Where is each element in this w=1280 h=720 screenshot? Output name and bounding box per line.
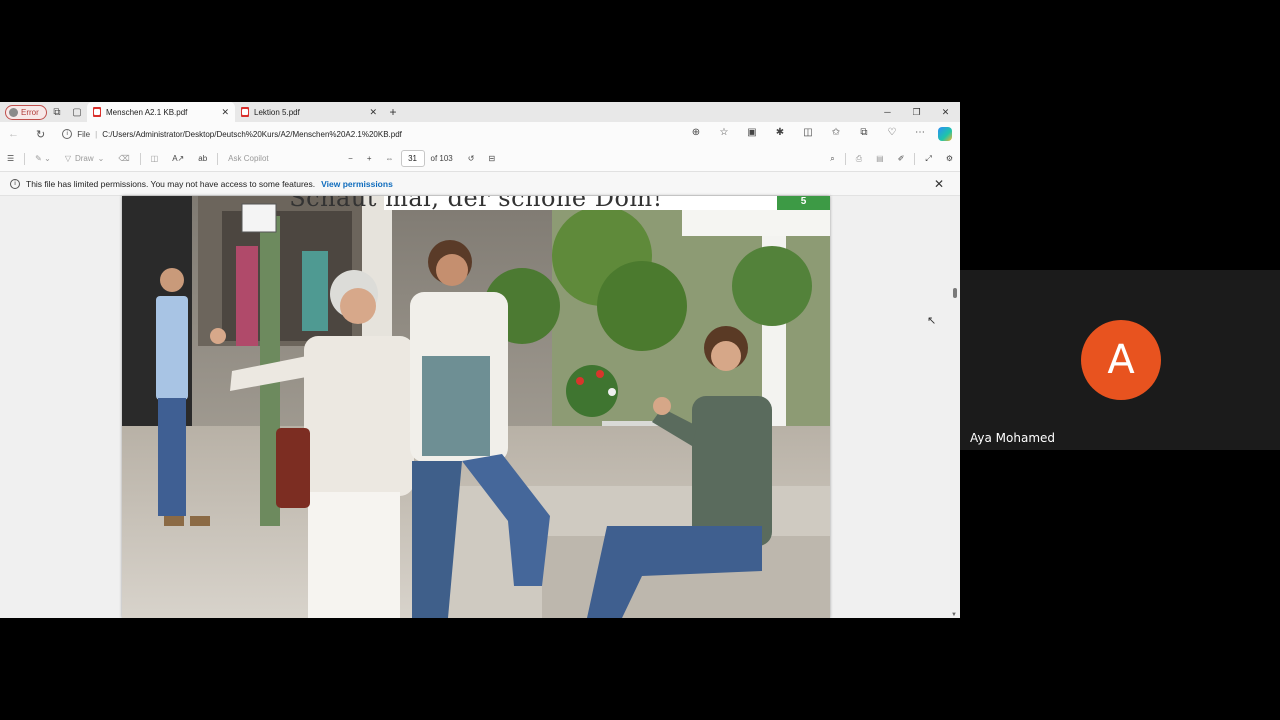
view-permissions-link[interactable]: View permissions <box>321 179 393 189</box>
scroll-down-icon[interactable]: ▼ <box>951 612 957 618</box>
pdf-viewer[interactable]: Schaut mal, der schöne Dom! 5 ▼ ↖ <box>0 196 960 618</box>
tab-menschen[interactable]: Menschen A2.1 KB.pdf ✕ <box>87 102 235 122</box>
print-icon[interactable]: ⎙ <box>849 154 869 164</box>
shared-screen: Error ⧉ ▢ Menschen A2.1 KB.pdf ✕ Lektion… <box>0 102 960 618</box>
info-icon: i <box>10 178 20 189</box>
ask-copilot-button[interactable]: Ask Copilot <box>221 154 341 163</box>
minimize-button[interactable]: ─ <box>873 107 902 118</box>
draw-label: Draw <box>74 154 94 163</box>
close-icon[interactable]: ✕ <box>934 177 944 191</box>
fullscreen-icon[interactable]: ⤢ <box>918 154 938 164</box>
read-aloud-icon[interactable]: A↗ <box>165 154 191 163</box>
permissions-bar: i This file has limited permissions. You… <box>0 172 960 196</box>
erase-icon[interactable]: ⌫ <box>111 154 136 163</box>
zoom-icon[interactable]: ⊕ <box>682 127 710 141</box>
page-heading: Schaut mal, der schöne Dom! <box>289 196 663 212</box>
more-menu-icon[interactable]: ⋯ <box>906 127 934 141</box>
tab-lektion[interactable]: Lektion 5.pdf ✕ <box>235 102 383 122</box>
url-text: C:/Users/Administrator/Desktop/Deutsch%2… <box>102 129 402 139</box>
split-screen-icon[interactable]: ◫ <box>794 127 822 141</box>
two-page-icon[interactable]: ⊟ <box>481 154 502 163</box>
pdf-toolbar: ☰ ✎ ⌄ ▽ Draw ⌄ ⌫ ◫ A↗ ab Ask Copilot − + … <box>0 146 960 172</box>
save-as-icon[interactable]: ✐ <box>891 154 912 163</box>
tab-label: Lektion 5.pdf <box>254 107 300 117</box>
favorites-icon[interactable]: ✩ <box>822 127 850 141</box>
collections-icon[interactable]: ⧉ <box>850 127 878 141</box>
workspaces-icon[interactable]: ⧉ <box>47 102 67 122</box>
tab-strip: Error ⧉ ▢ Menschen A2.1 KB.pdf ✕ Lektion… <box>0 102 960 122</box>
site-info-icon[interactable]: i <box>62 129 73 139</box>
close-window-button[interactable]: ✕ <box>931 107 960 118</box>
settings-gear-icon[interactable]: ⚙ <box>939 154 960 163</box>
street-scene-photo <box>122 196 830 618</box>
page-view-icon[interactable]: ◫ <box>144 154 166 163</box>
extensions-icon[interactable]: ✱ <box>766 127 794 141</box>
fit-page-icon[interactable]: ⇔ <box>379 154 401 163</box>
participant-name: Aya Mohamed <box>970 431 1056 445</box>
close-tab-icon[interactable]: ✕ <box>369 107 377 118</box>
find-icon[interactable]: ⌕ <box>823 154 841 164</box>
reader-mode-icon[interactable]: ▣ <box>738 127 766 141</box>
vertical-scrollbar[interactable]: ▼ <box>950 196 960 618</box>
translate-icon[interactable]: ab <box>191 154 214 163</box>
draw-button[interactable]: ▽ Draw ⌄ <box>58 154 112 163</box>
page-count: of 103 <box>430 154 453 163</box>
address-bar-row: ← ↻ i File | C:/Users/Administrator/Desk… <box>0 122 960 146</box>
rotate-icon[interactable]: ↺ <box>461 154 482 163</box>
refresh-icon[interactable]: ↻ <box>27 128 54 141</box>
meeting-stage: Error ⧉ ▢ Menschen A2.1 KB.pdf ✕ Lektion… <box>0 0 1280 720</box>
tab-actions-icon[interactable]: ▢ <box>67 102 87 122</box>
address-bar[interactable]: i File | C:/Users/Administrator/Desktop/… <box>62 125 682 143</box>
zoom-in-icon[interactable]: + <box>360 154 379 163</box>
restore-button[interactable]: ❐ <box>902 107 931 118</box>
pdf-file-icon <box>241 107 249 117</box>
copilot-icon[interactable] <box>938 127 952 141</box>
browser-essentials-icon[interactable]: ♡ <box>878 127 906 141</box>
contents-icon[interactable]: ☰ <box>0 154 21 163</box>
pdf-file-icon <box>93 107 101 117</box>
back-icon[interactable]: ← <box>0 128 27 140</box>
permissions-message: This file has limited permissions. You m… <box>26 178 316 189</box>
participant-avatar: A <box>1081 320 1161 400</box>
page-number-input[interactable]: 31 <box>400 150 425 167</box>
lesson-tag: 5 <box>777 196 830 210</box>
highlight-icon[interactable]: ✎ ⌄ <box>28 154 58 163</box>
scrollbar-thumb[interactable] <box>953 288 957 298</box>
tab-label: Menschen A2.1 KB.pdf <box>106 107 188 117</box>
draw-icon: ▽ <box>64 154 71 163</box>
scheme-label: File <box>77 129 91 139</box>
save-icon[interactable]: ▤ <box>869 154 891 163</box>
profile-avatar-icon <box>9 107 18 117</box>
profile-button[interactable]: Error <box>5 104 47 120</box>
divider: | <box>95 129 98 139</box>
close-tab-icon[interactable]: ✕ <box>221 107 229 118</box>
profile-status-label: Error <box>21 107 39 117</box>
mouse-cursor-icon: ↖ <box>927 315 937 327</box>
new-tab-button[interactable]: + <box>383 105 403 119</box>
participant-tile[interactable]: A Aya Mohamed <box>960 270 1280 450</box>
favorite-star-icon[interactable]: ☆ <box>710 127 738 141</box>
pdf-page: Schaut mal, der schöne Dom! 5 <box>122 196 830 618</box>
zoom-out-icon[interactable]: − <box>341 154 360 163</box>
